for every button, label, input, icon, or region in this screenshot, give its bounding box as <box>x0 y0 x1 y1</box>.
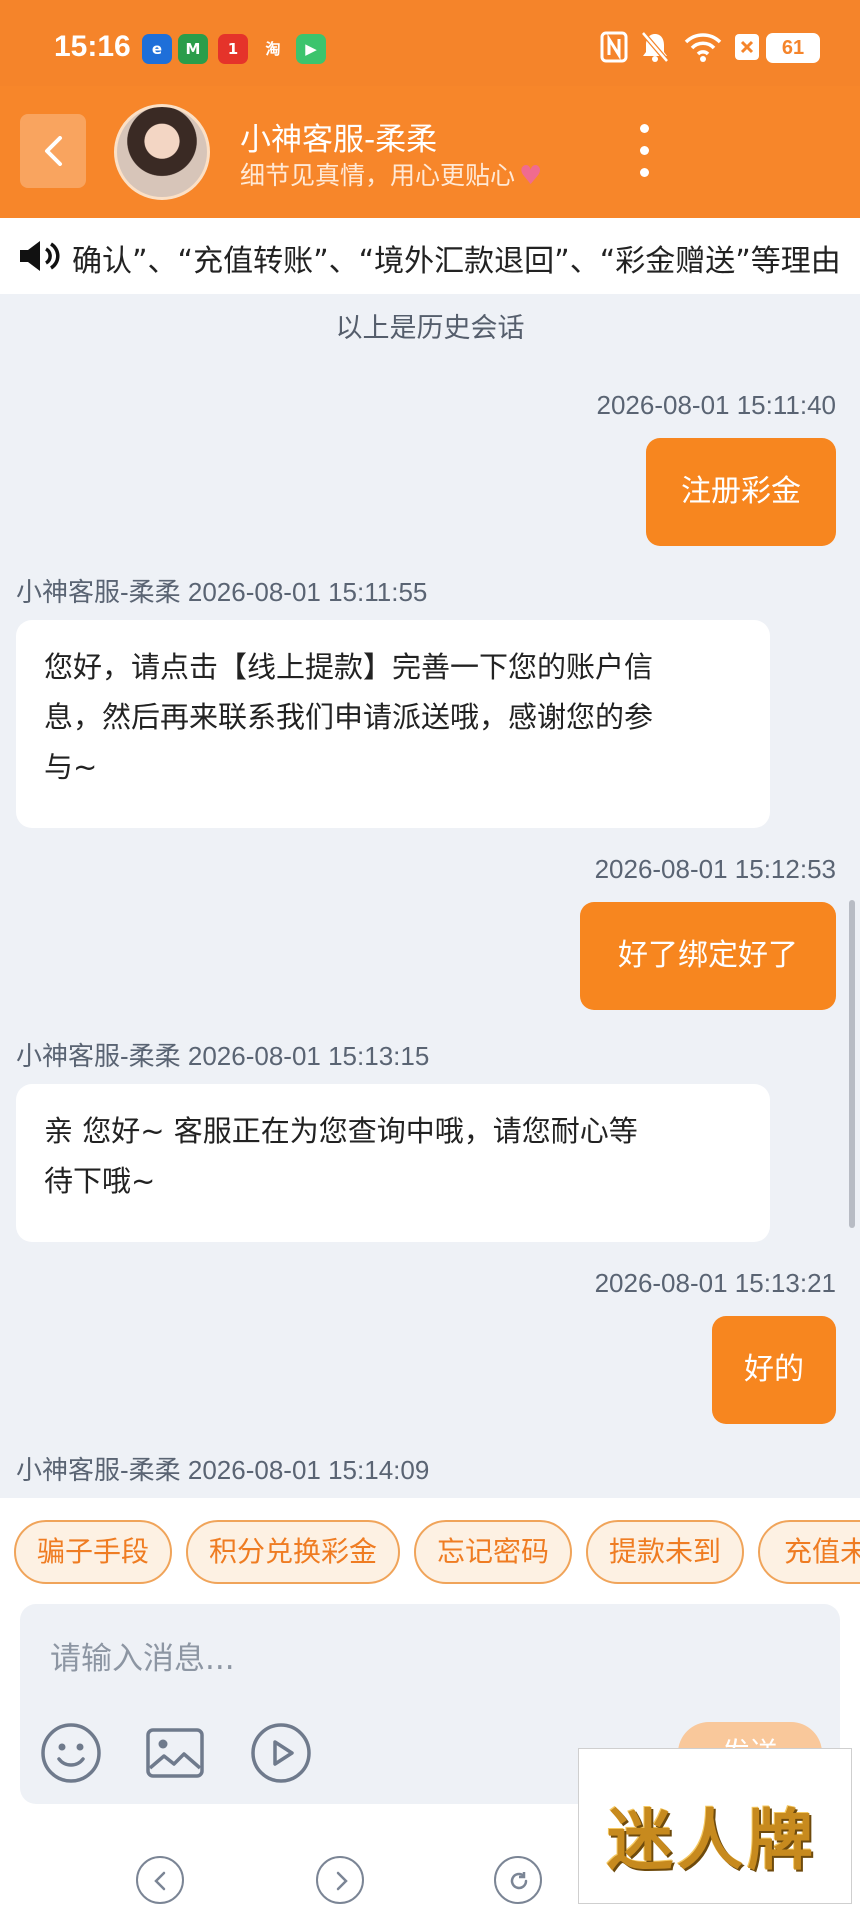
notice-text: 确认”、“充值转账”、“境外汇款退回”、“彩金赠送”等理由 <box>72 244 841 279</box>
incoming-message[interactable]: 您好，请点击【线上提款】完善一下您的账户信 息，然后再来联系我们申请派送哦，感谢… <box>16 620 770 828</box>
message-line: 您好，请点击【线上提款】完善一下您的账户信 <box>44 650 654 684</box>
status-icons: 61 <box>600 30 820 66</box>
back-nav-icon <box>154 1871 166 1891</box>
quick-reply-chip[interactable]: 积分兑换彩金 <box>186 1520 400 1584</box>
message-meta: 小神客服-柔柔 2026-08-01 15:14:09 <box>16 1455 430 1485</box>
video-button[interactable] <box>250 1722 312 1784</box>
sim-off-icon <box>734 30 760 66</box>
message-time: 2026-08-01 15:11:40 <box>596 390 837 420</box>
chat-list[interactable]: 以上是历史会话 2026-08-01 15:11:40 注册彩金 小神客服-柔柔… <box>0 294 860 1498</box>
image-button[interactable] <box>144 1722 206 1784</box>
speaker-icon <box>20 241 60 271</box>
message-time: 2026-08-01 15:13:21 <box>594 1268 836 1298</box>
shopping-app-icon: 1 <box>218 34 248 64</box>
broken-heart-icon: ♥ <box>519 161 543 191</box>
forward-nav-icon <box>336 1871 348 1891</box>
emoji-button[interactable] <box>40 1722 102 1784</box>
taobao-app-icon: 淘 <box>265 40 281 58</box>
emoji-icon <box>41 1723 101 1783</box>
back-button[interactable] <box>20 114 86 188</box>
china-mobile-app-icon: M <box>178 34 208 64</box>
chat-scrollbar[interactable] <box>849 900 855 1228</box>
chevron-left-icon <box>45 136 62 166</box>
outgoing-message[interactable]: 好的 <box>712 1316 836 1424</box>
message-time: 2026-08-01 15:12:53 <box>594 854 836 884</box>
message-line: 待下哦~ <box>44 1164 156 1198</box>
play-icon <box>251 1723 311 1783</box>
battery-level: 61 <box>766 33 820 63</box>
refresh-icon <box>510 1872 528 1890</box>
wifi-icon <box>684 30 722 66</box>
nav-back-button[interactable] <box>136 1856 184 1904</box>
outgoing-message[interactable]: 注册彩金 <box>646 438 836 546</box>
message-line: 息，然后再来联系我们申请派送哦，感谢您的参 <box>44 700 654 734</box>
message-meta: 小神客服-柔柔 2026-08-01 15:11:55 <box>16 577 428 607</box>
quick-reply-chip[interactable]: 充值未 <box>758 1520 860 1584</box>
message-line: 亲 您好~ 客服正在为您查询中哦，请您耐心等 <box>44 1114 638 1148</box>
status-time: 15:16 <box>54 30 131 63</box>
agent-slogan-text: 细节见真情，用心更贴心 <box>240 161 516 190</box>
agent-avatar <box>114 104 210 200</box>
agent-name: 小神客服-柔柔 <box>240 122 438 158</box>
chat-header: 小神客服-柔柔 细节见真情，用心更贴心 ♥ <box>0 86 860 218</box>
status-bar: 15:16 e M 1 淘 ▶ 61 <box>0 0 860 86</box>
quick-reply-bar[interactable]: 骗子手段 积分兑换彩金 忘记密码 提款未到 充值未 <box>0 1498 860 1604</box>
watermark-text: 迷人牌 <box>607 1801 817 1879</box>
notice-marquee: 确认”、“充值转账”、“境外汇款退回”、“彩金赠送”等理由 <box>0 218 860 294</box>
history-divider: 以上是历史会话 <box>335 313 525 344</box>
image-icon <box>146 1728 204 1778</box>
quick-reply-chip[interactable]: 忘记密码 <box>414 1520 572 1584</box>
incoming-message[interactable]: 亲 您好~ 客服正在为您查询中哦，请您耐心等 待下哦~ <box>16 1084 770 1242</box>
nav-forward-button[interactable] <box>316 1856 364 1904</box>
watermark: 迷人牌 <box>578 1748 852 1904</box>
video-app-icon: ▶ <box>296 34 326 64</box>
quick-reply-chip[interactable]: 骗子手段 <box>14 1520 172 1584</box>
browser-app-icon: e <box>142 34 172 64</box>
nfc-icon <box>600 30 628 66</box>
mute-bell-icon <box>640 30 670 66</box>
more-menu-button[interactable] <box>636 124 652 180</box>
quick-reply-chip[interactable]: 提款未到 <box>586 1520 744 1584</box>
outgoing-message[interactable]: 好了绑定好了 <box>580 902 836 1010</box>
message-input[interactable] <box>50 1626 810 1692</box>
message-line: 与~ <box>44 750 98 784</box>
nav-refresh-button[interactable] <box>494 1856 542 1904</box>
agent-slogan: 细节见真情，用心更贴心 ♥ <box>240 156 542 192</box>
message-meta: 小神客服-柔柔 2026-08-01 15:13:15 <box>16 1041 430 1071</box>
